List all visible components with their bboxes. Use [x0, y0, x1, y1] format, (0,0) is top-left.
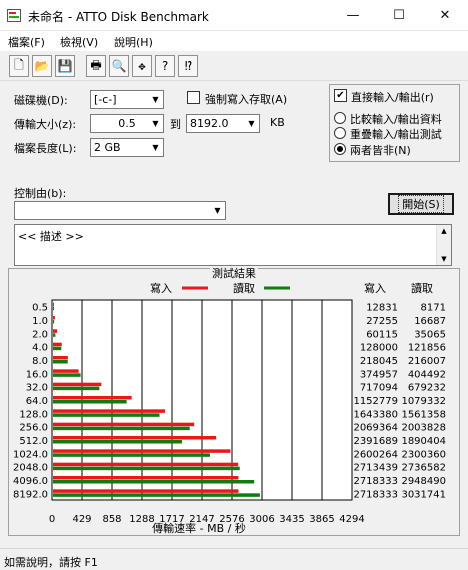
read-bar — [53, 466, 240, 471]
write-bar — [53, 449, 231, 453]
x-tick-label: 3435 — [279, 514, 304, 525]
write-bar — [53, 382, 102, 387]
write-value-label: 374957 — [360, 369, 398, 380]
write-value-label: 2069364 — [353, 423, 398, 434]
legend-read-label: 讀取 — [233, 281, 255, 295]
read-bar — [53, 413, 160, 417]
read-bar — [53, 493, 260, 497]
x-axis-label: 傳輸速率 - MB / 秒 — [152, 521, 246, 535]
read-bar — [53, 306, 54, 311]
read-bar — [53, 480, 255, 484]
y-tick-label: 1024.0 — [13, 449, 48, 460]
write-value-label: 2600264 — [353, 449, 398, 460]
write-value-label: 1643380 — [353, 409, 398, 420]
read-bar — [53, 333, 56, 337]
y-tick-label: 256.0 — [19, 423, 48, 434]
legend: 寫入 讀取 — [150, 281, 290, 295]
y-tick-label: 32.0 — [26, 383, 48, 394]
read-value-label: 1079332 — [401, 396, 446, 407]
write-value-label: 128000 — [360, 343, 398, 354]
read-bar — [53, 453, 210, 457]
read-value-label: 35065 — [414, 329, 446, 340]
read-value-label: 2736582 — [401, 463, 446, 474]
y-tick-label: 2.0 — [32, 329, 48, 340]
status-text: 如需說明，請按 F1 — [4, 556, 98, 569]
y-tick-label: 8.0 — [32, 356, 48, 367]
read-value-label: 1890404 — [401, 436, 446, 447]
y-tick-label: 4096.0 — [13, 476, 48, 487]
y-tick-labels: 0.5 1.0 2.0 4.0 8.0 16.0 32.0 64.0 128.0 256.0 512… — [13, 303, 48, 501]
write-bar — [53, 396, 132, 400]
write-value-label: 12831 — [366, 303, 398, 314]
write-bar — [53, 462, 239, 467]
write-bar — [53, 422, 195, 427]
legend-write-label: 寫入 — [150, 281, 172, 295]
write-bar — [53, 342, 62, 347]
y-tick-label: 16.0 — [26, 369, 48, 380]
write-bar — [53, 302, 54, 307]
y-tick-label: 2048.0 — [13, 463, 48, 474]
read-value-label: 2948490 — [401, 476, 446, 487]
read-value-label: 3031741 — [401, 489, 446, 500]
results-chart: 0.5 1.0 2.0 4.0 8.0 16.0 32.0 64.0 128.0 256.0 512… — [13, 281, 446, 535]
write-value-label: 2391689 — [353, 436, 398, 447]
write-bar — [53, 316, 55, 320]
y-tick-label: 64.0 — [26, 396, 48, 407]
write-bar — [53, 436, 217, 440]
column-read-header: 讀取 — [411, 281, 433, 295]
read-value-label: 1561358 — [401, 409, 446, 420]
read-bar — [53, 440, 182, 444]
read-value-label: 216007 — [408, 356, 446, 367]
read-value-label: 8171 — [421, 303, 446, 314]
status-bar: 如需說明，請按 F1 — [0, 548, 468, 570]
read-value-label: 404492 — [408, 369, 446, 380]
x-tick-label: 858 — [102, 514, 121, 525]
read-value-label: 121856 — [408, 343, 446, 354]
read-bar — [53, 360, 68, 364]
read-bar — [53, 346, 62, 351]
write-bar — [53, 476, 239, 480]
y-tick-label: 128.0 — [19, 409, 48, 420]
x-tick-label: 3865 — [309, 514, 334, 525]
x-tick-label: 3006 — [249, 514, 274, 525]
y-tick-label: 512.0 — [19, 436, 48, 447]
read-bar — [53, 373, 81, 377]
read-value-label: 2003828 — [401, 423, 446, 434]
read-bar — [53, 426, 190, 431]
read-value-label: 2300360 — [401, 449, 446, 460]
read-value-label: 679232 — [408, 383, 446, 394]
x-tick-label: 1288 — [129, 514, 154, 525]
x-tick-label: 0 — [49, 514, 55, 525]
value-labels: 12831 8171 27255 16687 60115 35065 128000 12185… — [353, 303, 446, 501]
y-tick-label: 1.0 — [32, 316, 48, 327]
x-tick-label: 4294 — [339, 514, 364, 525]
y-tick-label: 4.0 — [32, 343, 48, 354]
y-tick-label: 0.5 — [32, 303, 48, 314]
write-value-label: 2713439 — [353, 463, 398, 474]
read-bar — [53, 320, 55, 324]
write-bar — [53, 329, 58, 333]
write-bar — [53, 409, 166, 413]
write-value-label: 27255 — [366, 316, 398, 327]
write-value-label: 60115 — [366, 329, 398, 340]
read-bar — [53, 386, 100, 391]
column-write-header: 寫入 — [364, 281, 386, 295]
write-value-label: 2718333 — [353, 489, 398, 500]
write-bar — [53, 489, 239, 493]
x-tick-label: 429 — [72, 514, 91, 525]
write-value-label: 2718333 — [353, 476, 398, 487]
write-value-label: 717094 — [360, 383, 398, 394]
read-value-label: 16687 — [414, 316, 446, 327]
write-bar — [53, 369, 79, 373]
write-bar — [53, 356, 68, 360]
y-tick-label: 8192.0 — [13, 489, 48, 500]
write-value-label: 218045 — [360, 356, 398, 367]
write-value-label: 1152779 — [353, 396, 398, 407]
read-bar — [53, 400, 127, 404]
